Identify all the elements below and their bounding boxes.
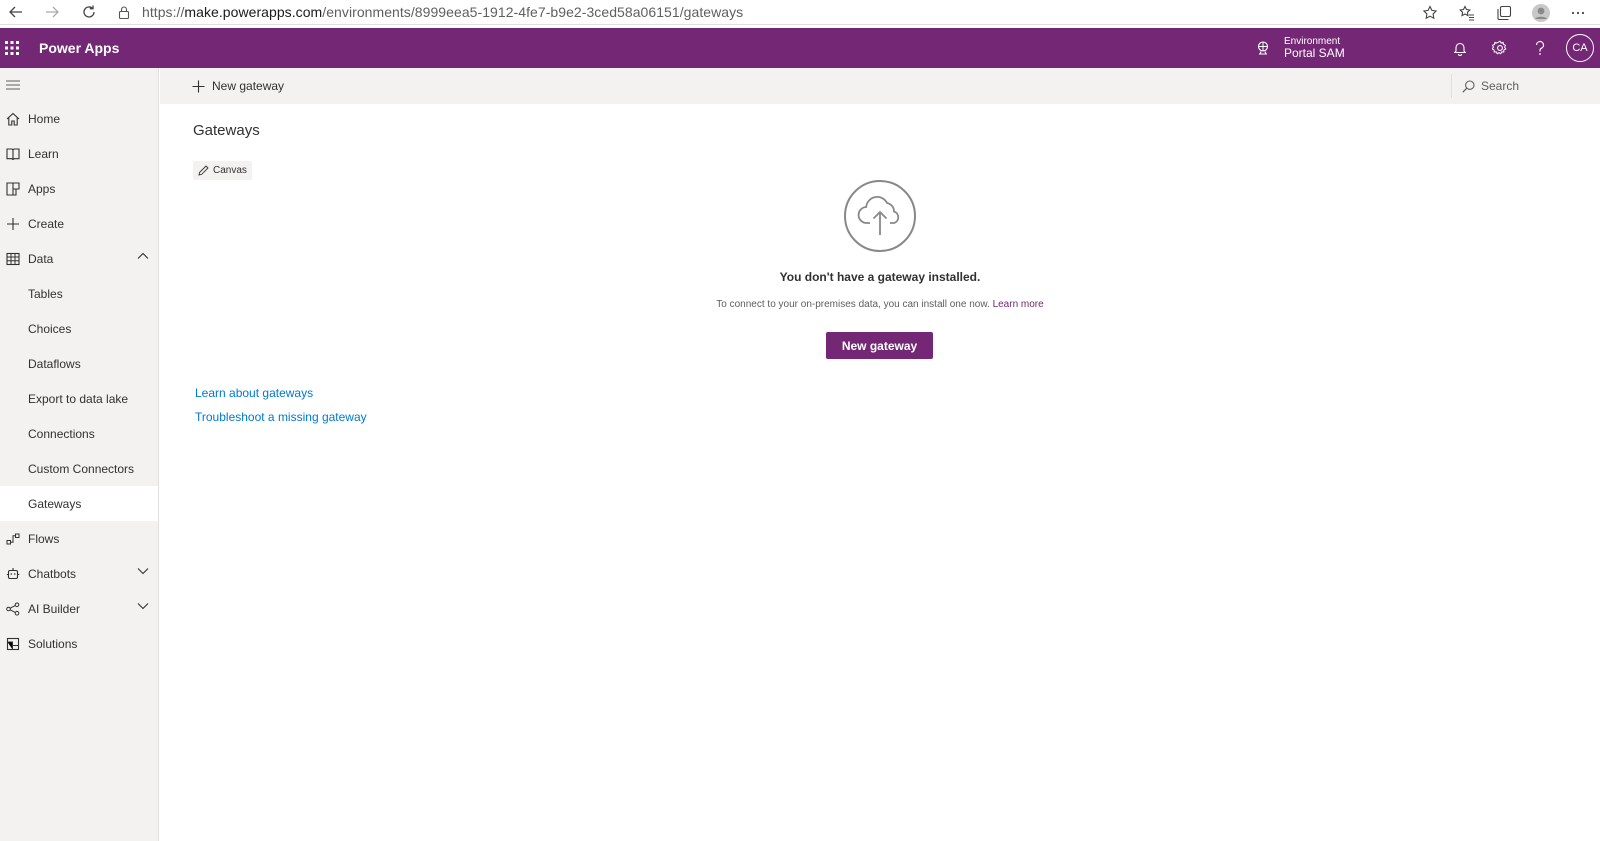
search-icon [1462,79,1475,93]
flow-icon [5,531,21,547]
url-path: /environments/8999eea5-1912-4fe7-b9e2-3c… [322,4,744,20]
sidebar-item-ai-builder[interactable]: AI Builder [0,591,158,626]
sidebar-item-label: Gateways [28,496,82,511]
sidebar-item-flows[interactable]: Flows [0,521,158,556]
empty-state-text: To connect to your on-premises data, you… [716,299,990,310]
sidebar-item-custom-connectors[interactable]: Custom Connectors [0,451,158,486]
sidebar-item-home[interactable]: Home [0,101,158,136]
sidebar-item-create[interactable]: Create [0,206,158,241]
sidebar-item-label: Connections [28,426,95,441]
book-icon [5,146,21,162]
sidebar-item-label: Apps [28,181,56,196]
sidebar-item-label: AI Builder [28,601,81,616]
environment-name: Portal SAM [1284,45,1345,60]
notifications-icon[interactable] [1440,28,1480,68]
command-bar: New gateway Search [160,68,1600,104]
sidebar-item-label: Export to data lake [28,391,129,406]
sidebar-item-label: Learn [28,146,59,161]
browser-actions [1418,0,1600,25]
app-name[interactable]: Power Apps [39,40,119,56]
troubleshoot-gateway-link[interactable]: Troubleshoot a missing gateway [195,410,367,424]
sidebar-item-label: Flows [28,531,60,546]
sidebar-item-label: Choices [28,321,72,336]
settings-icon[interactable] [1480,28,1520,68]
sidebar-item-chatbots[interactable]: Chatbots [0,556,158,591]
back-icon[interactable] [4,0,28,24]
sidebar-item-solutions[interactable]: Solutions [0,626,158,661]
environment-picker[interactable]: Environment Portal SAM [1256,28,1345,68]
sidebar-item-label: Create [28,216,65,231]
chevron-up-icon[interactable] [137,252,149,260]
url-scheme: https:// [142,4,185,20]
sidebar-item-label: Custom Connectors [28,461,135,476]
address-bar[interactable]: https://make.powerapps.com/environments/… [118,1,743,23]
sidebar-item-apps[interactable]: Apps [0,171,158,206]
favorite-add-icon[interactable] [1418,1,1442,25]
sidebar-item-export-to-data-lake[interactable]: Export to data lake [0,381,158,416]
favorites-icon[interactable] [1455,1,1479,25]
new-gateway-command[interactable]: New gateway [192,68,284,104]
app-launcher-icon[interactable] [0,28,24,68]
home-icon [5,111,21,127]
profile-icon[interactable] [1529,1,1553,25]
app-header: Power Apps Environment Portal SAM CA [0,28,1600,68]
bot-icon [5,566,21,582]
page-title: Gateways [193,122,260,139]
plus-icon [5,216,21,232]
pencil-icon [198,165,209,176]
ai-builder-icon [5,601,21,617]
url-host: make.powerapps.com [184,4,323,20]
sidebar-item-tables[interactable]: Tables [0,276,158,311]
url-text: https://make.powerapps.com/environments/… [142,4,743,20]
sidebar-item-label: Tables [28,286,63,301]
chevron-down-icon[interactable] [137,602,149,610]
sidebar-item-choices[interactable]: Choices [0,311,158,346]
new-gateway-command-label: New gateway [212,79,285,93]
sidebar-item-connections[interactable]: Connections [0,416,158,451]
solutions-icon [5,636,21,652]
sidebar-item-label: Home [28,111,61,126]
help-icon[interactable] [1520,28,1560,68]
new-gateway-button[interactable]: New gateway [826,332,933,359]
sidebar-item-label: Chatbots [28,566,77,581]
refresh-icon[interactable] [77,0,101,24]
hamburger-icon[interactable] [0,72,26,98]
sidebar-item-label: Data [28,251,54,266]
environment-icon [1256,41,1270,55]
search-placeholder: Search [1481,79,1520,93]
left-navigation: Home Learn Apps Create Data Tables Choic… [0,68,159,841]
sidebar-item-gateways[interactable]: Gateways [0,486,158,521]
search-box[interactable]: Search [1451,74,1600,98]
lock-icon [118,5,130,19]
more-icon[interactable] [1566,1,1590,25]
canvas-pill-label: Canvas [213,165,247,176]
learn-about-gateways-link[interactable]: Learn about gateways [195,386,313,400]
learn-more-link[interactable]: Learn more [993,299,1044,310]
browser-toolbar: https://make.powerapps.com/environments/… [0,0,1600,25]
forward-icon[interactable] [40,0,64,24]
collections-icon[interactable] [1492,1,1516,25]
sidebar-item-data[interactable]: Data [0,241,158,276]
sidebar-item-label: Solutions [28,636,78,651]
empty-state-title: You don't have a gateway installed. [779,270,981,284]
plus-icon [192,80,205,93]
table-icon [5,251,21,267]
avatar[interactable]: CA [1566,34,1594,62]
sidebar-item-learn[interactable]: Learn [0,136,158,171]
sidebar-item-label: Dataflows [28,356,81,371]
sidebar-item-dataflows[interactable]: Dataflows [0,346,158,381]
chevron-down-icon[interactable] [137,567,149,575]
canvas-filter-pill[interactable]: Canvas [193,161,252,180]
apps-icon [5,181,21,197]
cloud-upload-icon [844,180,916,252]
empty-state-description: To connect to your on-premises data, you… [600,299,1160,310]
